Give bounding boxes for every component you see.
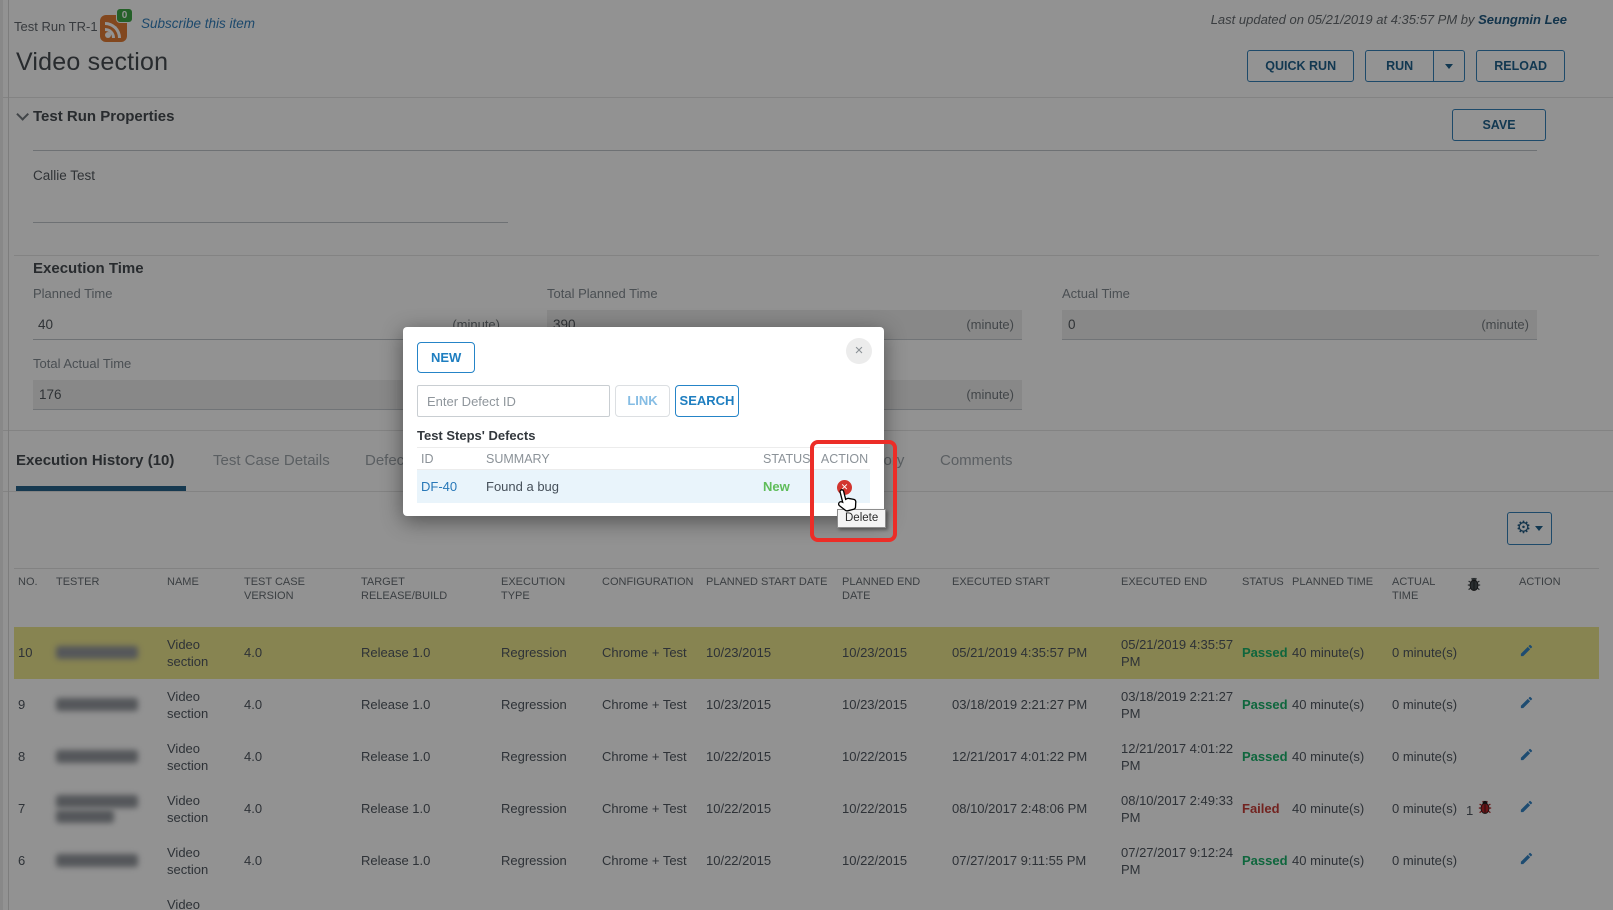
- defect-col-status: STATUS: [763, 451, 811, 466]
- defects-table-header: ID SUMMARY STATUS ACTION: [417, 447, 870, 470]
- defect-row[interactable]: DF-40 Found a bug New ✕: [417, 470, 870, 503]
- defect-col-action: ACTION: [820, 451, 869, 466]
- defect-status-badge: New: [763, 479, 790, 494]
- defect-summary: Found a bug: [486, 479, 560, 494]
- link-defect-button[interactable]: LINK: [615, 385, 670, 417]
- new-defect-button[interactable]: NEW: [417, 342, 476, 373]
- link-defect-modal: NEW × LINK SEARCH Test Steps' Defects ID…: [403, 327, 884, 516]
- defects-table-title: Test Steps' Defects: [417, 428, 536, 443]
- defect-id-input[interactable]: [417, 385, 610, 417]
- defect-id-link[interactable]: DF-40: [417, 479, 486, 494]
- close-icon[interactable]: ×: [846, 338, 872, 364]
- defect-col-id: ID: [421, 451, 434, 466]
- defect-col-summary: SUMMARY: [486, 451, 550, 466]
- search-defect-button[interactable]: SEARCH: [675, 385, 739, 417]
